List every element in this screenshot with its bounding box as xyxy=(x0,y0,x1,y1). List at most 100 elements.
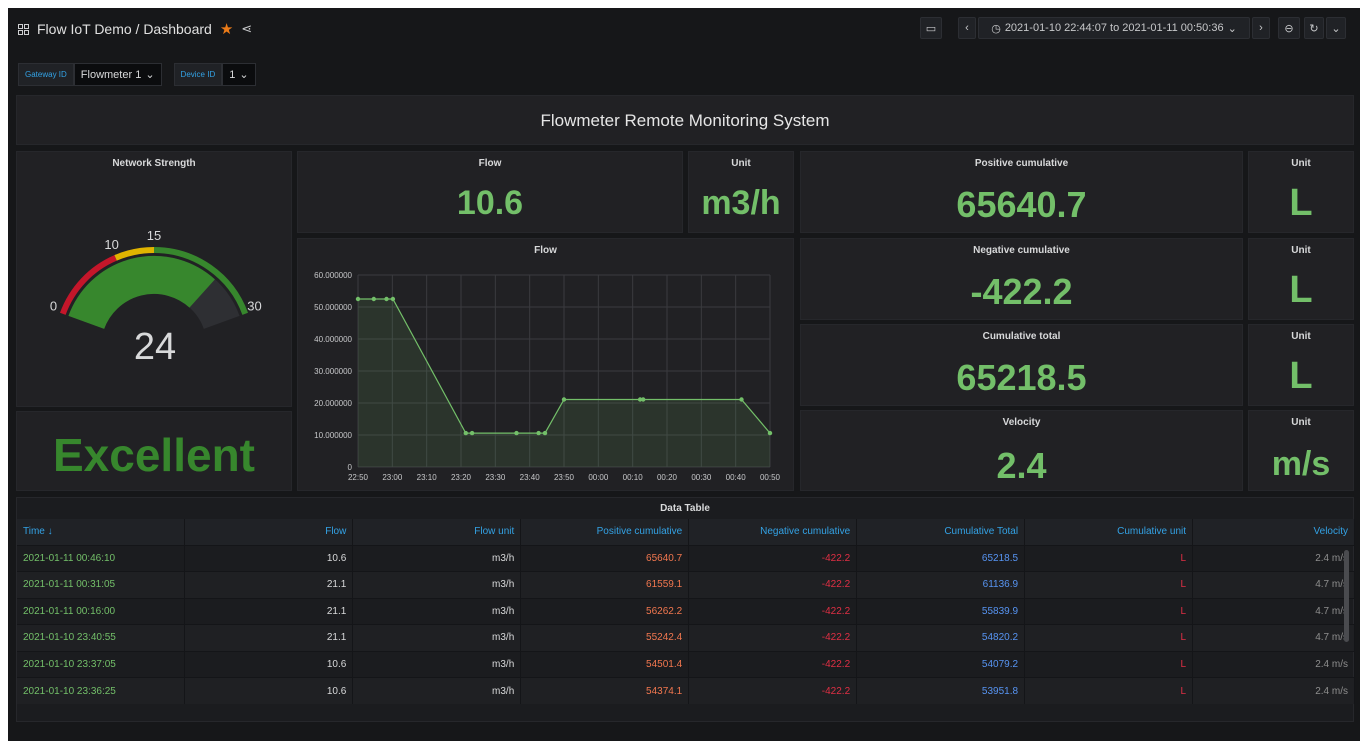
data-point xyxy=(767,430,773,436)
gauge-threshold-label-1: 10 xyxy=(104,237,118,252)
time-forward-icon[interactable]: › xyxy=(1252,17,1270,39)
cell-positive-cumulative: 54374.1 xyxy=(520,677,690,704)
dashboards-grid-icon xyxy=(18,23,29,35)
x-tick-label: 00:40 xyxy=(726,473,747,482)
table-header-row: Time ↓ Flow Flow unit Positive cumulativ… xyxy=(17,519,1355,545)
time-back-icon[interactable]: ‹ xyxy=(958,17,976,39)
flow-stat-panel: Flow 10.6 xyxy=(297,151,683,233)
system-title: Flowmeter Remote Monitoring System xyxy=(540,111,830,130)
column-header-negative-cumulative[interactable]: Negative cumulative xyxy=(688,519,858,545)
chevron-down-icon: ⌄ xyxy=(145,69,155,81)
y-tick-label: 10.000000 xyxy=(314,431,352,440)
column-header-positive-cumulative[interactable]: Positive cumulative xyxy=(520,519,690,545)
table-row: 2021-01-10 23:36:25 10.6 m3/h 54374.1 -4… xyxy=(17,677,1355,704)
cell-cumulative-total: 55839.9 xyxy=(856,597,1026,625)
gateway-id-label: Gateway ID xyxy=(18,63,74,86)
column-header-velocity[interactable]: Velocity xyxy=(1192,519,1355,545)
variables-bar: Gateway ID Flowmeter 1 ⌄ Device ID 1 ⌄ xyxy=(18,63,256,86)
share-icon[interactable]: ⋖ xyxy=(241,21,252,37)
x-tick-label: 00:00 xyxy=(588,473,609,482)
cell-velocity: 2.4 m/s xyxy=(1192,677,1355,704)
data-point xyxy=(536,430,541,436)
column-header-cumulative-unit[interactable]: Cumulative unit xyxy=(1024,519,1194,545)
flow-unit-panel: Unit m3/h xyxy=(688,151,794,233)
cell-negative-cumulative: -422.2 xyxy=(688,597,858,625)
cell-flow: 10.6 xyxy=(184,544,354,572)
x-tick-label: 23:10 xyxy=(417,473,438,482)
flow-unit-value: m3/h xyxy=(701,184,781,222)
cell-velocity: 2.4 m/s xyxy=(1192,650,1355,678)
cell-cumulative-total: 53951.8 xyxy=(856,677,1026,704)
cell-cumulative-unit: L xyxy=(1024,650,1194,678)
network-strength-value: 24 xyxy=(133,326,177,368)
zoom-out-icon[interactable]: ⊖ xyxy=(1278,17,1300,39)
table-scrollbar[interactable] xyxy=(1344,550,1349,642)
cell-negative-cumulative: -422.2 xyxy=(688,544,858,572)
x-tick-label: 00:10 xyxy=(623,473,644,482)
data-table-panel: Data Table Time ↓ Flow Flow unit Positiv… xyxy=(16,497,1355,722)
device-id-select[interactable]: 1 ⌄ xyxy=(222,63,256,86)
cell-positive-cumulative: 55242.4 xyxy=(520,624,690,651)
column-header-time[interactable]: Time ↓ xyxy=(17,519,186,545)
y-tick-label: 50.000000 xyxy=(314,303,352,312)
negative-cumulative-value: -422.2 xyxy=(970,271,1073,312)
cell-time: 2021-01-10 23:37:05 xyxy=(17,650,186,678)
breadcrumb[interactable]: Flow IoT Demo / Dashboard xyxy=(37,21,212,37)
data-table-title: Data Table xyxy=(660,503,710,514)
star-icon[interactable]: ★ xyxy=(220,20,233,38)
dashboard-title[interactable]: Flow IoT Demo / Dashboard ★ ⋖ xyxy=(18,20,252,38)
cell-negative-cumulative: -422.2 xyxy=(688,624,858,651)
column-header-flow-unit[interactable]: Flow unit xyxy=(352,519,522,545)
cell-flow-unit: m3/h xyxy=(352,571,522,598)
cell-cumulative-total: 65218.5 xyxy=(856,544,1026,572)
x-tick-label: 23:00 xyxy=(382,473,403,482)
chevron-down-icon: ⌄ xyxy=(239,69,249,81)
x-tick-label: 22:50 xyxy=(348,473,369,482)
data-point xyxy=(390,296,396,302)
positive-cumulative-panel: Positive cumulative 65640.7 xyxy=(800,151,1243,233)
column-header-cumulative-total[interactable]: Cumulative Total xyxy=(856,519,1026,545)
cell-time: 2021-01-11 00:16:00 xyxy=(17,597,186,625)
cell-flow-unit: m3/h xyxy=(352,597,522,625)
cell-cumulative-total: 61136.9 xyxy=(856,571,1026,598)
negative-cumulative-panel: Negative cumulative -422.2 xyxy=(800,238,1243,320)
clock-icon: ◷ xyxy=(991,22,1001,35)
column-header-flow[interactable]: Flow xyxy=(184,519,354,545)
refresh-icon[interactable]: ↻ xyxy=(1304,17,1324,39)
tv-mode-icon[interactable]: ▭ xyxy=(920,17,942,39)
cell-flow: 21.1 xyxy=(184,571,354,598)
cell-cumulative-unit: L xyxy=(1024,544,1194,572)
gateway-id-value: Flowmeter 1 xyxy=(80,68,142,81)
x-tick-label: 00:30 xyxy=(691,473,712,482)
refresh-interval-chevron-icon[interactable]: ⌄ xyxy=(1326,17,1346,39)
cell-positive-cumulative: 56262.2 xyxy=(520,597,690,625)
flow-value: 10.6 xyxy=(456,184,524,222)
device-id-value: 1 xyxy=(229,68,236,81)
gateway-id-select[interactable]: Flowmeter 1 ⌄ xyxy=(73,63,162,86)
system-title-panel: Flowmeter Remote Monitoring System xyxy=(16,95,1354,145)
table-row: 2021-01-10 23:40:55 21.1 m3/h 55242.4 -4… xyxy=(17,624,1355,651)
cell-flow: 10.6 xyxy=(184,650,354,678)
time-range-picker[interactable]: ◷ 2021-01-10 22:44:07 to 2021-01-11 00:5… xyxy=(978,17,1250,39)
velocity-unit-title: Unit xyxy=(1291,417,1311,428)
velocity-value: 2.4 xyxy=(996,445,1047,486)
data-point xyxy=(371,296,376,302)
positive-unit-title: Unit xyxy=(1291,158,1311,169)
x-tick-label: 23:40 xyxy=(520,473,541,482)
velocity-title: Velocity xyxy=(1002,417,1041,428)
cell-cumulative-unit: L xyxy=(1024,597,1194,625)
velocity-unit-panel: Unit m/s xyxy=(1248,410,1354,491)
network-strength-panel: Network Strength 0 10 15 30 24 xyxy=(16,151,292,407)
cell-flow: 21.1 xyxy=(184,624,354,651)
positive-unit-panel: Unit L xyxy=(1248,151,1354,233)
cell-velocity: 4.7 m/s xyxy=(1192,571,1355,598)
cell-cumulative-unit: L xyxy=(1024,624,1194,651)
flow-graph-panel: Flow 0 10.000000 20.000000 30.000000 40.0000… xyxy=(297,238,794,491)
cell-flow-unit: m3/h xyxy=(352,650,522,678)
network-status-panel: Excellent xyxy=(16,411,292,491)
x-tick-label: 00:50 xyxy=(760,473,781,482)
data-point xyxy=(739,397,744,402)
negative-unit-title: Unit xyxy=(1291,245,1311,256)
time-range-text: 2021-01-10 22:44:07 to 2021-01-11 00:50:… xyxy=(1004,22,1224,34)
x-tick-label: 23:50 xyxy=(554,473,575,482)
